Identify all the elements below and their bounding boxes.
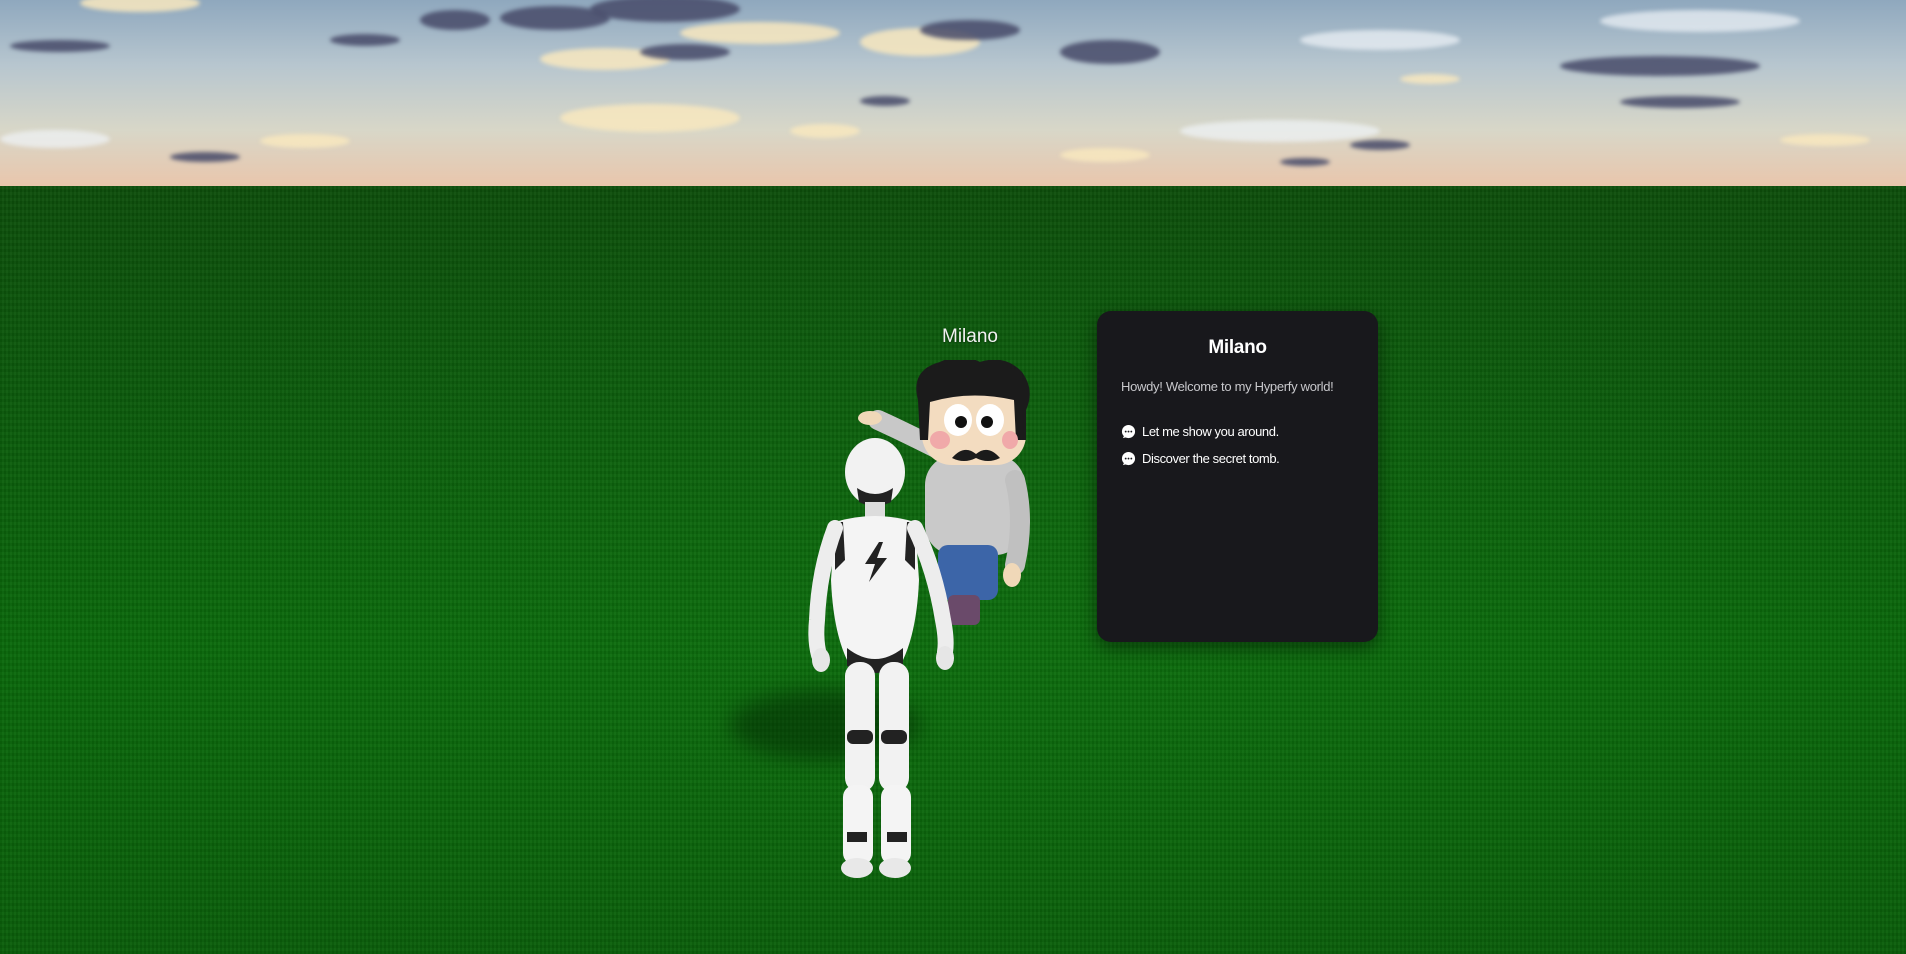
npc-dialog-panel: Milano Howdy! Welcome to my Hyperfy worl… bbox=[1097, 311, 1378, 642]
sky bbox=[0, 0, 1906, 186]
dialog-message: Howdy! Welcome to my Hyperfy world! bbox=[1121, 379, 1334, 394]
chat-bubble-icon bbox=[1121, 451, 1136, 466]
dialog-option-label: Discover the secret tomb. bbox=[1142, 451, 1280, 466]
dialog-title: Milano bbox=[1208, 337, 1267, 358]
game-viewport[interactable]: Milano Milano Howdy! Welcome to my Hyper… bbox=[0, 0, 1906, 954]
chat-bubble-icon bbox=[1121, 424, 1136, 439]
dialog-option-show-around[interactable]: Let me show you around. bbox=[1121, 424, 1354, 439]
npc-nametag: Milano bbox=[942, 326, 998, 347]
dialog-option-label: Let me show you around. bbox=[1142, 424, 1279, 439]
dialog-option-secret-tomb[interactable]: Discover the secret tomb. bbox=[1121, 451, 1354, 466]
player-avatar[interactable] bbox=[795, 430, 975, 890]
